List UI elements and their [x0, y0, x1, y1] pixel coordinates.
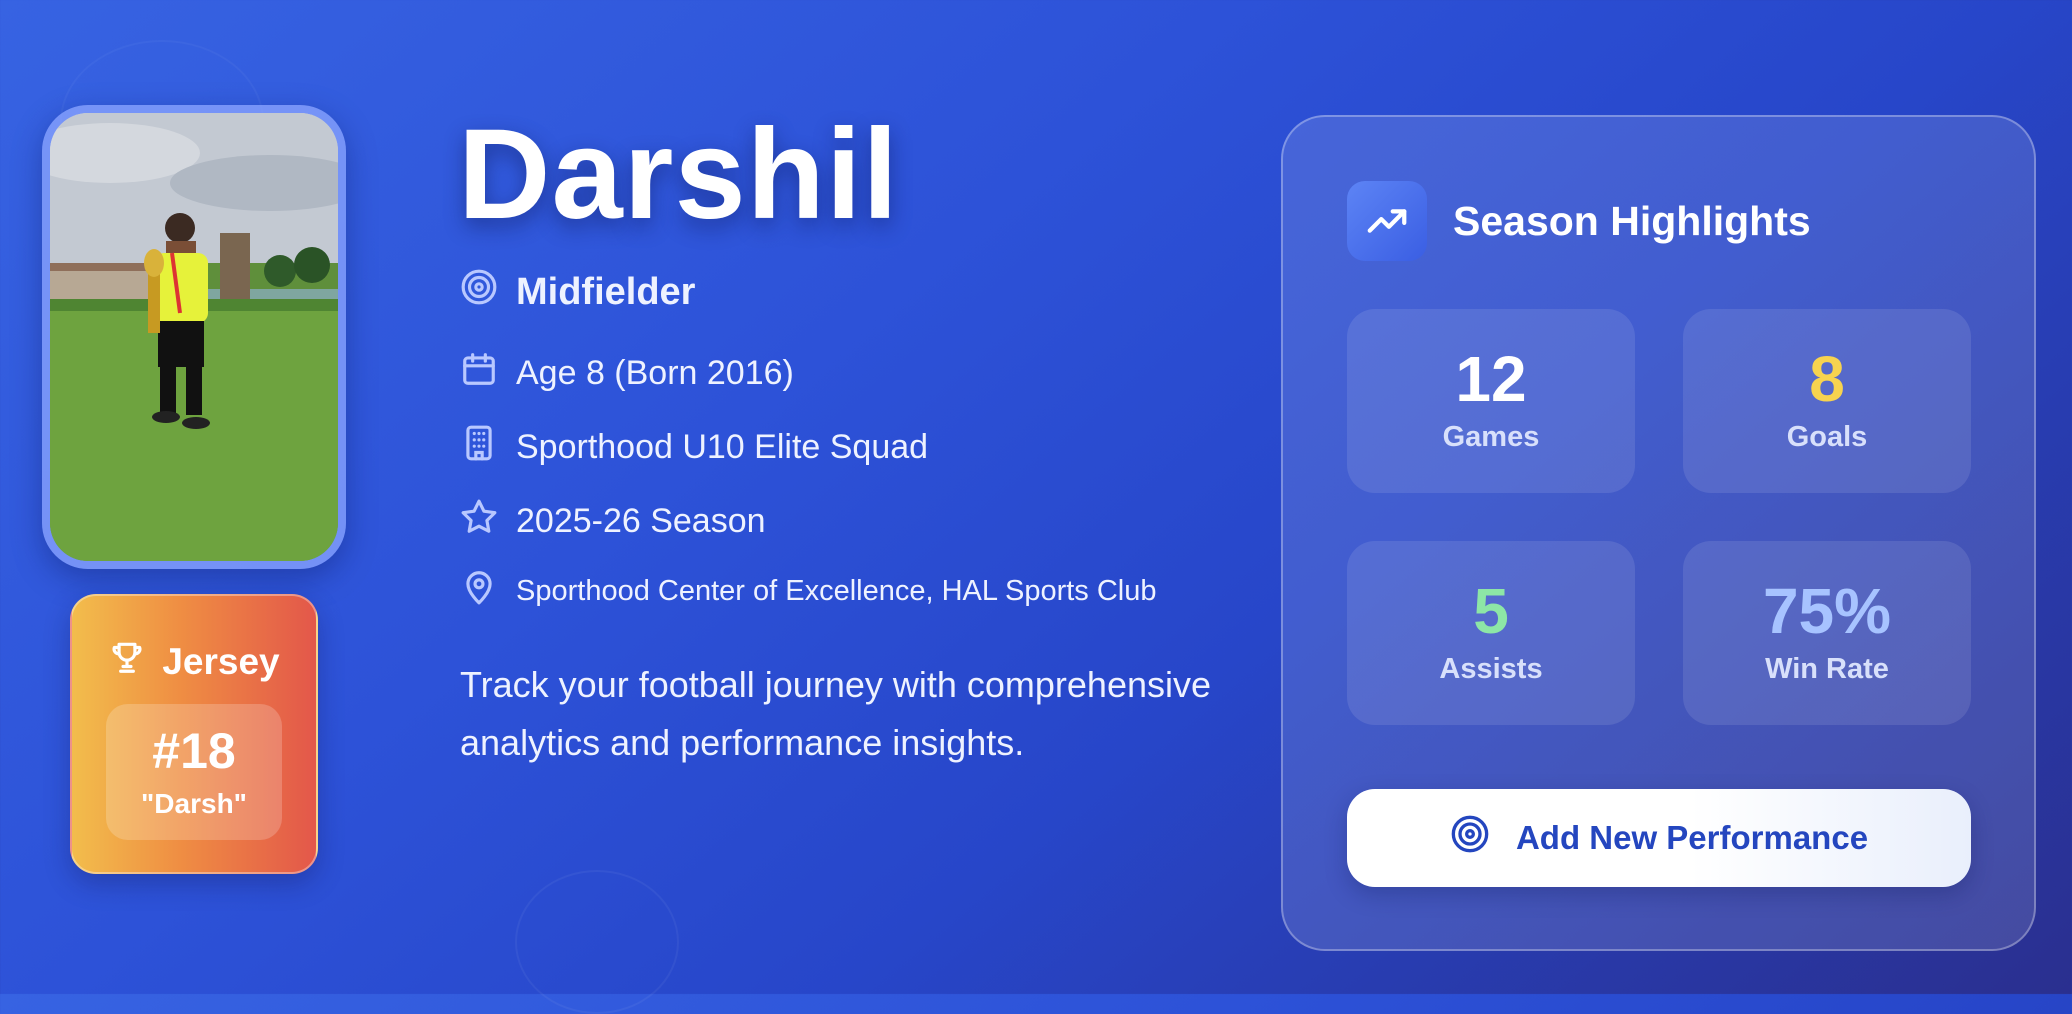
player-name: Darshil — [458, 103, 899, 246]
tagline: Track your football journey with compreh… — [460, 664, 1212, 763]
player-position-row: Midfielder — [460, 268, 695, 316]
trophy-icon — [108, 638, 146, 685]
stat-value: 75% — [1762, 575, 1892, 647]
add-new-performance-button[interactable]: Add New Performance — [1347, 789, 1971, 887]
jersey-number: #18 — [152, 723, 236, 779]
player-age: Age 8 (Born 2016) — [516, 354, 794, 392]
player-season-row: 2025-26 Season — [460, 498, 766, 545]
player-venue-row: Sporthood Center of Excellence, HAL Spor… — [460, 568, 1157, 614]
highlights-title: Season Highlights — [1453, 197, 1811, 244]
stat-label: Games — [1442, 421, 1540, 453]
jersey-number-box: #18 "Darsh" — [106, 704, 282, 840]
add-new-performance-label: Add New Performance — [1515, 819, 1869, 856]
jersey-header: Jersey — [72, 638, 316, 685]
player-team-row: Sporthood U10 Elite Squad — [460, 424, 928, 471]
stat-label: Assists — [1439, 653, 1543, 685]
player-position: Midfielder — [516, 270, 696, 313]
jersey-card: Jersey #18 "Darsh" — [70, 594, 318, 874]
season-highlights-panel: Season Highlights 12 Games 8 Goals 5 Ass… — [1281, 115, 2036, 951]
star-icon — [460, 498, 498, 545]
map-pin-icon — [460, 568, 498, 614]
jersey-label: Jersey — [162, 640, 280, 682]
stat-label: Win Rate — [1765, 653, 1889, 685]
player-photo-card — [42, 105, 346, 569]
highlights-header: Season Highlights — [1347, 181, 1811, 261]
stat-card-assists: 5 Assists — [1347, 541, 1635, 725]
stat-value: 8 — [1809, 343, 1845, 415]
stat-card-games: 12 Games — [1347, 309, 1635, 493]
background-decoration — [515, 870, 679, 1014]
trending-up-icon — [1347, 181, 1427, 261]
stat-label: Goals — [1786, 421, 1868, 453]
jersey-nickname: "Darsh" — [141, 788, 247, 819]
stat-card-win-rate: 75% Win Rate — [1683, 541, 1971, 725]
player-team: Sporthood U10 Elite Squad — [516, 428, 929, 466]
calendar-icon — [460, 350, 498, 397]
target-icon — [1450, 814, 1490, 862]
stat-value: 5 — [1473, 575, 1509, 647]
building-icon — [460, 424, 498, 471]
stat-card-goals: 8 Goals — [1683, 309, 1971, 493]
player-venue: Sporthood Center of Excellence, HAL Spor… — [516, 574, 1157, 607]
player-season: 2025-26 Season — [516, 502, 766, 540]
target-icon — [460, 268, 498, 316]
stat-value: 12 — [1455, 343, 1527, 415]
player-photo — [50, 113, 338, 561]
player-age-row: Age 8 (Born 2016) — [460, 350, 794, 397]
